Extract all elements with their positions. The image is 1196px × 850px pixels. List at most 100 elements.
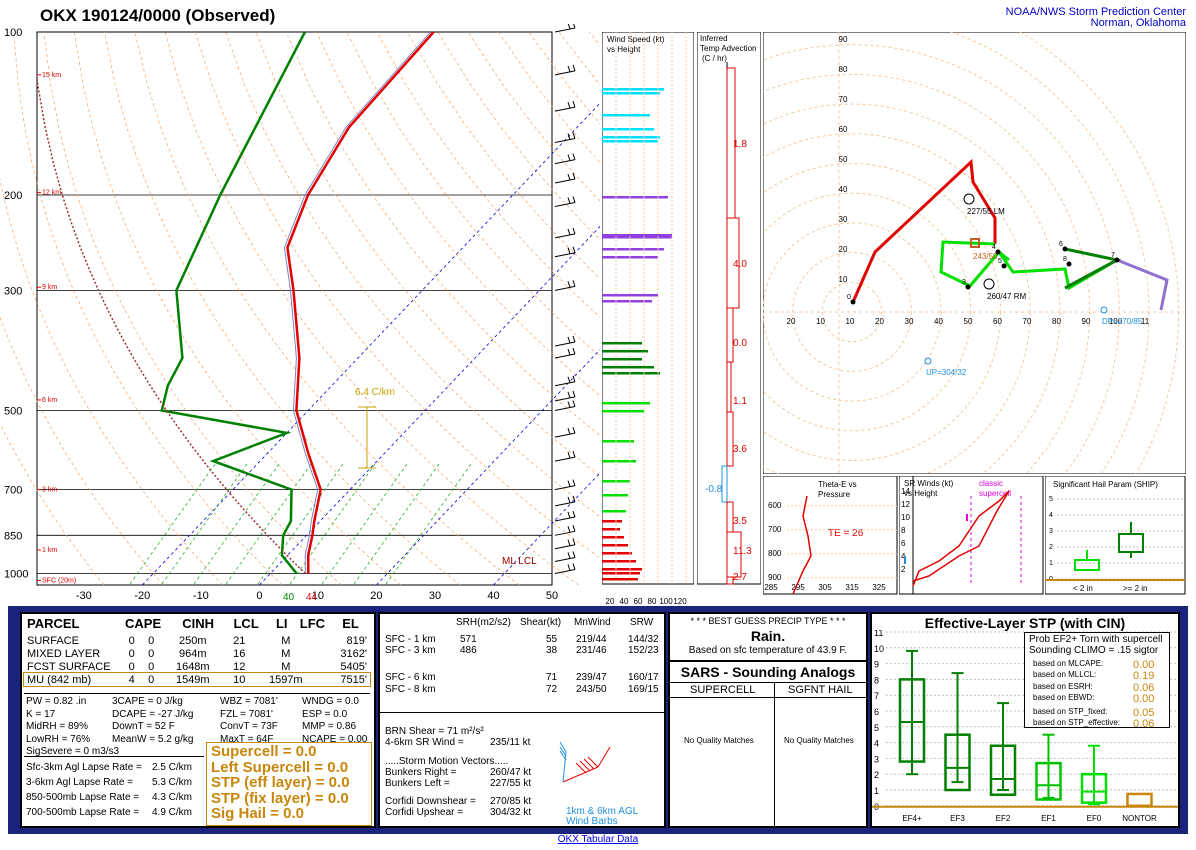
wind-barb-flag <box>572 400 576 407</box>
kin-cell: 486 <box>460 645 477 656</box>
wind-barb-flag <box>572 347 576 355</box>
thetae-y-tick: 700 <box>768 525 782 534</box>
index-value: WBZ = 7081' <box>220 696 278 707</box>
kin-header: MnWind <box>574 617 611 628</box>
thetae-title2: Pressure <box>818 490 851 499</box>
height-label: SFC (20m) <box>42 577 76 584</box>
ship-panel: Significant Hail Param (SHIP) 543210 < 2… <box>1045 476 1186 595</box>
index-value: MMP = 0.86 <box>302 721 357 732</box>
wind-barb-flag <box>567 401 571 408</box>
hodo-x-tick: 40 <box>934 317 943 326</box>
wind-barb <box>554 353 576 359</box>
hodo-x-tick: 30 <box>905 317 914 326</box>
index-value: FZL = 7081' <box>220 708 273 720</box>
sr-wind-46-label: 4-6km SR Wind = <box>385 737 464 748</box>
sr-y-tick: 10 <box>901 513 910 522</box>
sfc-temp-label: 44 <box>306 592 318 603</box>
lapse-rate-label: 6.4 C/km <box>355 387 395 398</box>
stp-y-tick: 11 <box>874 630 883 638</box>
wind-barb-flag <box>567 348 571 356</box>
wind-barb-flag <box>572 450 576 458</box>
wind-barb-flag <box>567 539 571 546</box>
parcel-cell: 7515' <box>340 673 367 686</box>
org-line-2: Norman, Oklahoma <box>1090 17 1186 29</box>
srwinds-panel: SR Winds (kt) vs Height classic supercel… <box>899 476 1044 595</box>
temp-tick-label: -30 <box>76 590 92 602</box>
wind-barb-flag <box>572 153 576 160</box>
stp-y-tick: 8 <box>874 675 879 685</box>
ws-bar <box>602 92 660 95</box>
parcel-cell: 5405' <box>340 660 367 673</box>
ws-bar <box>602 350 648 353</box>
index-value: MidRH = 89% <box>26 721 88 732</box>
stp-prob-row: 0.00 <box>1133 693 1155 705</box>
wind-barb <box>554 485 576 491</box>
wind-barb-flag <box>573 24 576 29</box>
hodo-y-tick: 80 <box>839 65 848 74</box>
hodo-point <box>1001 263 1007 269</box>
wind-speed-title2: vs Height <box>607 45 641 54</box>
temp-tick-label: -10 <box>193 590 209 602</box>
sr-y-tick: 2 <box>901 565 906 574</box>
stp-prob-row: based on EBWD: <box>1033 693 1095 702</box>
sars-title: SARS - Sounding Analogs <box>680 664 856 680</box>
index-value: DownT = 52 F <box>112 721 175 732</box>
ws-bar <box>602 342 642 345</box>
hodo-point-label: 8 <box>1063 256 1067 263</box>
precip-panel: * * * BEST GUESS PRECIP TYPE * * * Rain.… <box>668 612 868 662</box>
stp-prob-row: based on ESRH: <box>1033 682 1093 691</box>
wind-barb-flag <box>572 390 576 398</box>
composite-param: STP (eff layer) = 0.0 <box>211 774 350 791</box>
parcel-cell: 0 <box>148 660 155 673</box>
ship-y-tick: 4 <box>1049 512 1053 519</box>
stp-y-tick: 6 <box>874 707 879 717</box>
precip-note: Based on sfc temperature of 43.9 F. <box>688 645 848 656</box>
ws-bar <box>602 248 664 251</box>
kin-header: Shear(kt) <box>520 617 562 628</box>
srwinds-title1: SR Winds (kt) <box>904 479 954 488</box>
kin-cell: SFC - 8 km <box>385 684 436 695</box>
thetae-te-label: TE = 26 <box>828 528 864 539</box>
kin-cell: 71 <box>546 672 558 683</box>
hodo-dp-label: DP=270/85 <box>1102 317 1143 326</box>
parcel-cell: 1549m <box>175 673 210 686</box>
dry-adiabat <box>558 31 600 86</box>
stp-y-tick: 9 <box>874 660 879 670</box>
height-label: 6 km <box>42 397 57 404</box>
hodo-x-tick: 50 <box>964 317 973 326</box>
kin-cell: 243/50 <box>576 684 607 695</box>
wind-barb <box>554 544 576 550</box>
temp-tick-label: -20 <box>134 590 150 602</box>
wind-barb <box>554 70 576 76</box>
tabular-data-link[interactable]: OKX Tabular Data <box>0 834 1196 845</box>
kin-cell: 571 <box>460 634 477 645</box>
sars-no-match-1: No Quality Matches <box>684 736 754 745</box>
stp-y-tick: 10 <box>874 644 884 654</box>
lapse-rate-value: 700-500mb Lapse Rate = <box>26 807 140 818</box>
ws-bar <box>602 572 640 575</box>
lapse-rate-value: 2.5 C/km <box>152 762 193 773</box>
wind-barb-flag <box>567 281 571 288</box>
composite-box: Supercell = 0.0 Left Supercell = 0.0 STP (… <box>206 742 372 826</box>
parcel-cell: FCST SURFACE <box>27 660 111 673</box>
stp-cat-label: EF3 <box>950 814 965 823</box>
index-value: 3CAPE = 0 J/kg <box>112 696 183 707</box>
stp-cat-label: EF1 <box>1041 814 1056 823</box>
thetae-x-tick: 285 <box>764 583 778 592</box>
ws-bar <box>602 536 624 539</box>
stp-prob-row: 0.19 <box>1133 670 1155 682</box>
ta-value: 1.1 <box>733 396 747 407</box>
kin-cell: 239/47 <box>576 672 607 683</box>
sr-y-tick: 8 <box>901 526 906 535</box>
kin-cell: 231/46 <box>576 645 607 656</box>
temp-adv-title3: (C / hr) <box>702 54 727 63</box>
wind-barb-flag <box>567 173 571 181</box>
wind-barb-flag <box>567 552 571 559</box>
ship-y-tick: 1 <box>1049 560 1053 567</box>
stp-prob-title: Prob EF2+ Torn with supercell <box>1029 634 1163 645</box>
parcel-cell: 0 <box>148 634 155 647</box>
wind-barb-flag <box>567 197 571 204</box>
hodograph: 20 10 10 20 30 40 50 60 70 80 90 100 119080706050403… <box>763 32 1186 474</box>
parcel-col-lfc: LFC <box>299 616 326 631</box>
barb-label-2: Wind Barbs <box>566 816 618 827</box>
